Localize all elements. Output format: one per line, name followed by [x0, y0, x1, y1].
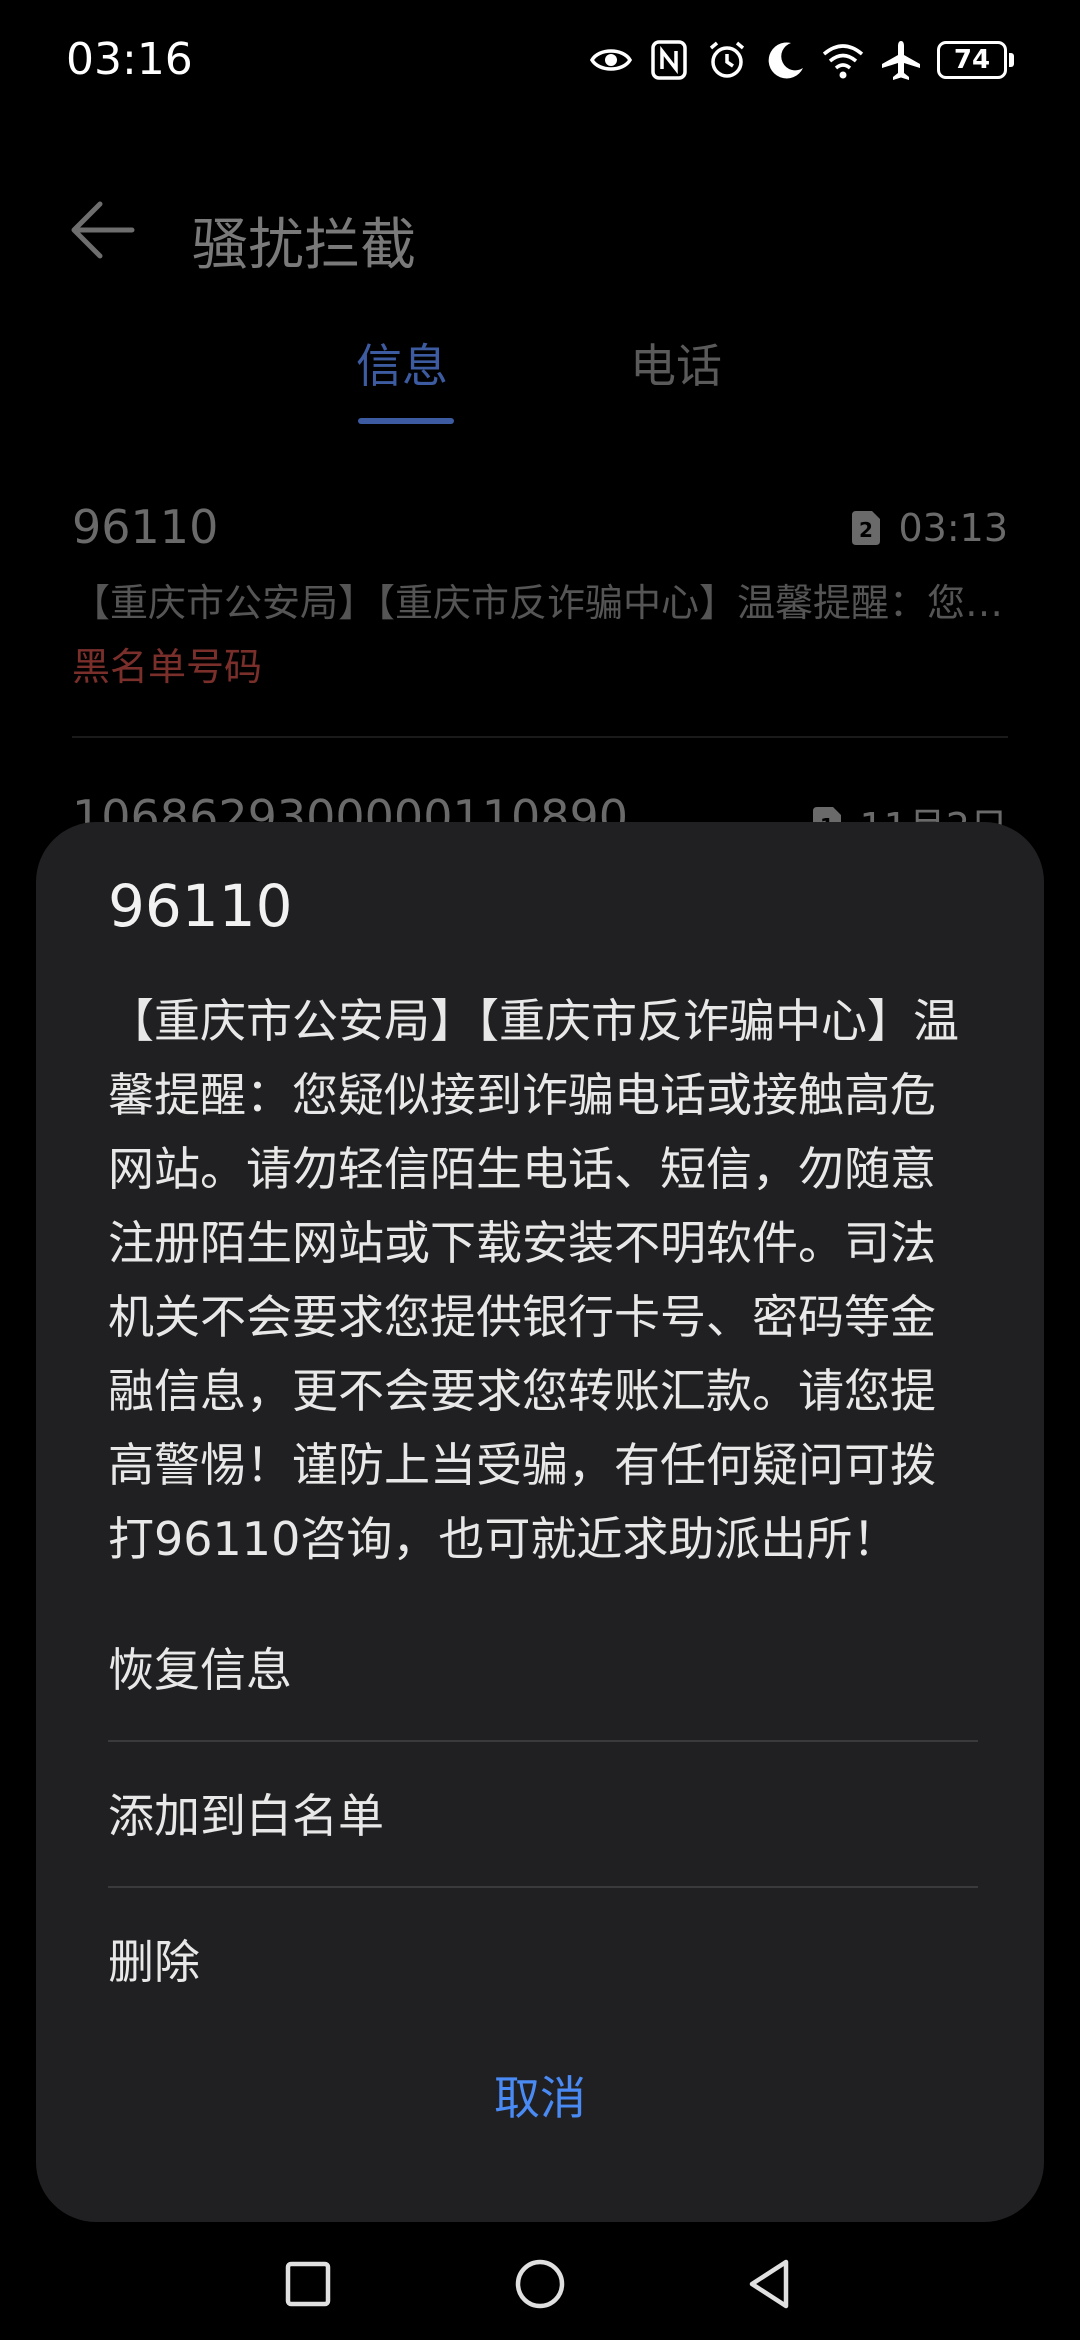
message-sender: 96110: [72, 500, 219, 554]
wifi-icon: [822, 44, 864, 79]
message-time: 03:13: [898, 506, 1008, 550]
eye-icon: [589, 49, 633, 71]
airplane-icon: [882, 41, 920, 80]
message-preview: 【重庆市公安局】【重庆市反诈骗中心】温馨提醒：您疑似接到诈骗电话或接触高危网站。: [72, 581, 1008, 625]
list-item[interactable]: 96110 2 03:13 【重庆市公安局】【重庆市反诈骗中心】温馨提醒：您疑似…: [72, 500, 1008, 740]
home-icon[interactable]: [510, 2254, 570, 2314]
page-title: 骚扰拦截: [192, 213, 416, 278]
cancel-button[interactable]: 取消: [36, 2062, 1044, 2128]
moon-icon: [768, 42, 803, 79]
status-bar: 03:16 74: [0, 0, 1080, 120]
tab-calls[interactable]: 电话: [630, 330, 722, 396]
tab-messages[interactable]: 信息: [356, 330, 448, 396]
add-to-whitelist-button[interactable]: 添加到白名单: [108, 1740, 978, 1886]
message-meta: 2 03:13: [852, 506, 1008, 550]
battery-indicator: 74: [937, 41, 1014, 79]
tab-active-indicator: [358, 418, 454, 424]
sim-card-icon: 2: [852, 511, 881, 545]
back-triangle-icon[interactable]: [740, 2254, 800, 2314]
delete-button[interactable]: 删除: [108, 1886, 978, 2032]
recent-apps-icon[interactable]: [278, 2254, 338, 2314]
battery-level: 74: [937, 41, 1007, 79]
status-time: 03:16: [66, 34, 193, 85]
navigation-bar: [0, 2222, 1080, 2340]
alarm-icon: [709, 41, 745, 78]
list-divider: [72, 736, 1008, 738]
message-action-sheet: 96110 【重庆市公安局】【重庆市反诈骗中心】温馨提醒：您疑似接到诈骗电话或接…: [36, 822, 1044, 2222]
blacklist-tag: 黑名单号码: [72, 645, 263, 689]
back-arrow-icon[interactable]: [62, 190, 142, 270]
restore-message-button[interactable]: 恢复信息: [108, 1594, 978, 1740]
nfc-icon: [651, 40, 687, 80]
sheet-title: 96110: [108, 872, 293, 940]
battery-tip: [1009, 53, 1014, 67]
sim-number: 2: [860, 518, 874, 542]
screen: 03:16 74 骚扰拦截 信息 电话 96110 2 03:13 【重庆市公安…: [0, 0, 1080, 2340]
app-bar: 骚扰拦截: [0, 160, 1080, 280]
message-body: 【重庆市公安局】【重庆市反诈骗中心】温馨提醒：您疑似接到诈骗电话或接触高危网站。…: [108, 994, 959, 1566]
status-icons: 74: [589, 36, 1014, 84]
tab-bar: 信息 电话: [0, 330, 1080, 440]
